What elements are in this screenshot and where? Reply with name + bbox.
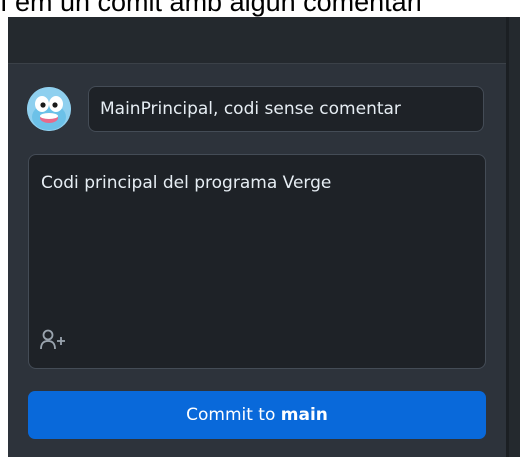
panel-header-area — [8, 17, 506, 64]
avatar-cartoon-icon — [27, 87, 71, 131]
caption-text: I em un comit amb algun comentari — [0, 0, 422, 17]
commit-summary-input[interactable]: MainPrincipal, codi sense comentar — [88, 86, 484, 132]
commit-description-text: Codi principal del programa Verge — [41, 173, 332, 193]
left-edge — [0, 17, 8, 457]
commit-button[interactable]: Commit to main — [28, 391, 486, 439]
commit-description-input[interactable]: Codi principal del programa Verge — [28, 154, 486, 369]
add-coauthor-icon[interactable] — [40, 329, 66, 351]
adjacent-pane — [509, 17, 520, 457]
commit-branch-name: main — [280, 405, 328, 425]
commit-button-prefix: Commit to — [186, 405, 281, 425]
